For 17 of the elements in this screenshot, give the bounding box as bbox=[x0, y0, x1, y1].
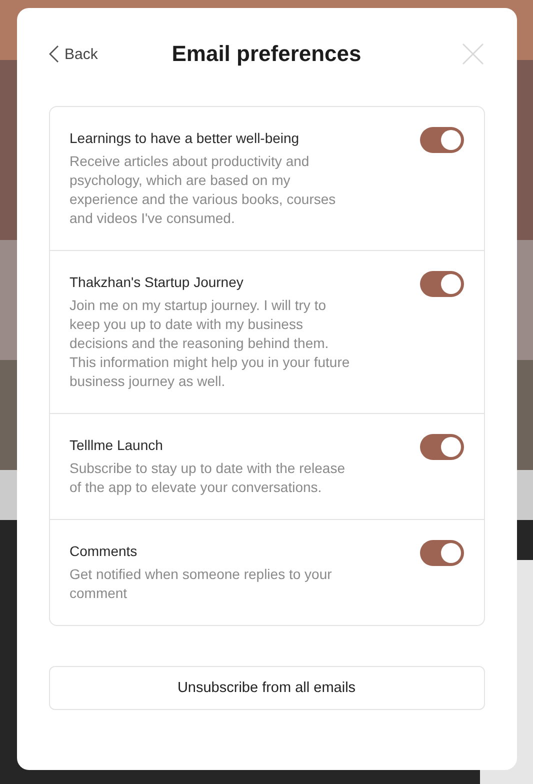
preference-description: Get notified when someone replies to your comment bbox=[70, 565, 333, 603]
toggle-switch[interactable] bbox=[420, 540, 464, 566]
preference-title: Comments bbox=[70, 542, 138, 561]
toggle-switch[interactable] bbox=[420, 271, 464, 297]
preference-description: Subscribe to stay up to date with the release of the app to elevate your conversations. bbox=[70, 459, 346, 497]
preference-description: Join me on my startup journey. I will try to keep you up to date with my business decisions and the reasoning behind them. This information might help you in your future business journey as well. bbox=[70, 296, 351, 391]
toggle-switch[interactable] bbox=[420, 127, 464, 153]
dialog-title: Email preferences bbox=[172, 41, 362, 67]
preference-title: Telllme Launch bbox=[70, 436, 164, 455]
chevron-left-icon bbox=[48, 45, 58, 63]
preference-title: Learnings to have a better well-being bbox=[70, 129, 300, 148]
back-button[interactable]: Back bbox=[48, 45, 118, 63]
preference-description: Receive articles about productivity and psychology, which are based on my experience and the various books, courses and videos I've consumed. bbox=[70, 152, 337, 228]
toggle-switch[interactable] bbox=[420, 434, 464, 460]
close-icon bbox=[462, 43, 484, 65]
unsubscribe-button[interactable]: Unsubscribe from all emails bbox=[48, 666, 484, 710]
preference-title: Thakzhan's Startup Journey bbox=[70, 273, 244, 292]
